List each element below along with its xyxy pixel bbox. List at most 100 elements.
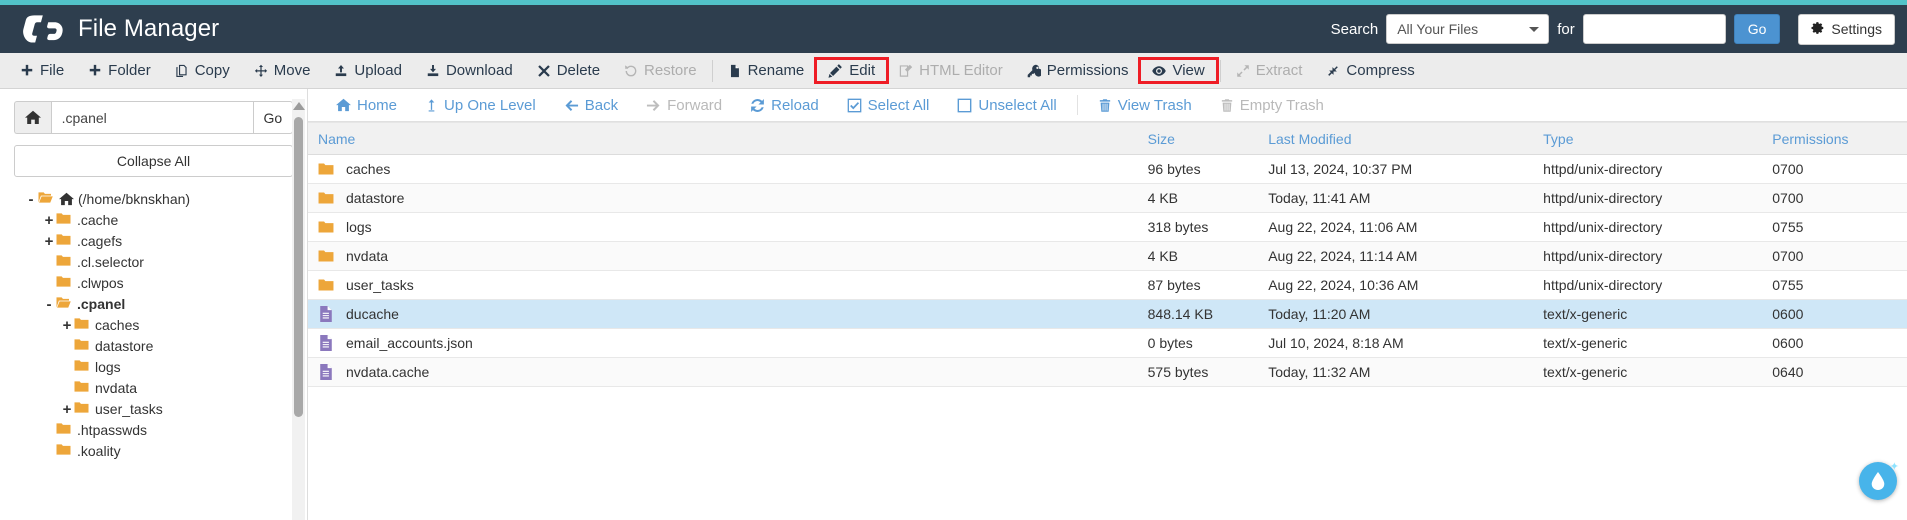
nav-unselect-all-button[interactable]: Unselect All <box>943 96 1070 115</box>
cell-name[interactable]: nvdata <box>308 241 1138 271</box>
toolbar-html-editor-button: HTML Editor <box>887 59 1015 82</box>
trash-icon <box>1098 98 1112 113</box>
folder-icon <box>318 248 334 264</box>
file-icon <box>728 64 742 78</box>
tree-item-user_tasks[interactable]: + user_tasks <box>14 399 293 419</box>
toolbar-folder-button[interactable]: Folder <box>76 59 163 82</box>
toolbar-delete-button[interactable]: Delete <box>525 59 612 82</box>
column-header-size[interactable]: Size <box>1137 122 1259 155</box>
toolbar-extract-button: Extract <box>1224 59 1315 82</box>
toolbar-compress-button[interactable]: Compress <box>1314 59 1426 82</box>
expand-icon[interactable]: + <box>42 234 56 249</box>
column-header-modified[interactable]: Last Modified <box>1258 122 1534 155</box>
tree-item-homebknskhan[interactable]: - (/home/bknskhan) <box>14 189 293 209</box>
settings-button[interactable]: Settings <box>1798 13 1895 45</box>
nav-up-one-level-button[interactable]: Up One Level <box>411 96 550 115</box>
column-header-type[interactable]: Type <box>1533 122 1763 155</box>
expand-icon[interactable]: + <box>60 402 74 417</box>
x-icon <box>537 64 551 78</box>
folder-icon <box>56 233 71 249</box>
chevron-down-icon <box>1529 27 1540 32</box>
cell-modified: Today, 11:41 AM <box>1258 183 1534 213</box>
table-row[interactable]: nvdata.cache 575 bytes Today, 11:32 AM text… <box>308 357 1907 387</box>
nav-item-label: Forward <box>667 96 723 114</box>
toolbar-move-button[interactable]: Move <box>242 59 323 82</box>
file-manager-app: File Manager Search All Your Files for G… <box>0 0 1907 520</box>
cell-modified: Aug 22, 2024, 11:14 AM <box>1258 241 1534 271</box>
cell-name[interactable]: logs <box>308 212 1138 242</box>
nav-home-button[interactable]: Home <box>322 96 411 115</box>
toolbar-file-button[interactable]: File <box>8 59 76 82</box>
cell-name[interactable]: ducache <box>308 299 1138 329</box>
expand-icon[interactable]: + <box>60 318 74 333</box>
toolbar-item-label: View <box>1172 62 1205 79</box>
toolbar-permissions-button[interactable]: Permissions <box>1015 59 1141 82</box>
toolbar-edit-button[interactable]: Edit <box>814 57 890 84</box>
file-list-body: caches 96 bytes Jul 13, 2024, 10:37 PM http… <box>308 154 1907 387</box>
table-row[interactable]: caches 96 bytes Jul 13, 2024, 10:37 PM http… <box>308 154 1907 184</box>
search-go-button[interactable]: Go <box>1733 14 1781 44</box>
search-input[interactable] <box>1582 14 1726 44</box>
tree-item-clwpos[interactable]: .clwpos <box>14 273 293 293</box>
path-input[interactable] <box>50 101 253 134</box>
nav-reload-button[interactable]: Reload <box>736 96 833 115</box>
nav-item-label: Unselect All <box>978 96 1057 114</box>
cell-name[interactable]: email_accounts.json <box>308 328 1138 358</box>
toolbar-separator <box>711 59 713 82</box>
toolbar-upload-button[interactable]: Upload <box>322 59 414 82</box>
column-header-permissions[interactable]: Permissions <box>1762 122 1907 155</box>
table-row[interactable]: user_tasks 87 bytes Aug 22, 2024, 10:36 AM… <box>308 270 1907 300</box>
cell-type: text/x-generic <box>1533 299 1763 329</box>
nav-item-label: Reload <box>771 96 819 114</box>
tree-item-koality[interactable]: .koality <box>14 441 293 461</box>
scrollbar-thumb[interactable] <box>294 117 303 417</box>
home-icon <box>336 98 351 112</box>
toolbar-view-button[interactable]: View <box>1138 57 1219 84</box>
scroll-up-arrow-icon[interactable] <box>292 102 305 110</box>
sidebar-scrollbar[interactable] <box>292 99 305 520</box>
search-scope-select[interactable]: All Your Files <box>1386 14 1550 44</box>
toolbar-download-button[interactable]: Download <box>414 59 525 82</box>
tree-item-logs[interactable]: logs <box>14 357 293 377</box>
compress-icon <box>1326 64 1340 78</box>
expand-icon[interactable]: + <box>42 213 56 228</box>
search-scope-value: All Your Files <box>1397 21 1479 37</box>
table-row[interactable]: nvdata 4 KB Aug 22, 2024, 11:14 AM httpd/un… <box>308 241 1907 271</box>
cell-name[interactable]: nvdata.cache <box>308 357 1138 387</box>
cell-permissions: 0700 <box>1762 183 1907 213</box>
water-drop-icon[interactable]: ✦ <box>1859 461 1899 500</box>
nav-view-trash-button[interactable]: View Trash <box>1084 96 1206 115</box>
table-row[interactable]: email_accounts.json 0 bytes Jul 10, 2024, … <box>308 328 1907 358</box>
nav-back-button[interactable]: Back <box>550 96 632 115</box>
cell-name[interactable]: user_tasks <box>308 270 1138 300</box>
plus-icon <box>88 64 102 78</box>
tree-item-cagefs[interactable]: + .cagefs <box>14 231 293 251</box>
collapse-all-button[interactable]: Collapse All <box>14 145 293 177</box>
folder-icon <box>56 254 71 270</box>
column-header-name[interactable]: Name <box>308 122 1138 155</box>
tree-item-datastore[interactable]: datastore <box>14 336 293 356</box>
tree-item-cpanel[interactable]: - .cpanel <box>14 294 293 314</box>
tree-item-clselector[interactable]: .cl.selector <box>14 252 293 272</box>
cell-modified: Jul 10, 2024, 8:18 AM <box>1258 328 1534 358</box>
tree-item-caches[interactable]: + caches <box>14 315 293 335</box>
table-row[interactable]: ducache 848.14 KB Today, 11:20 AM text/x-ge… <box>308 299 1907 329</box>
toolbar-copy-button[interactable]: Copy <box>163 59 242 82</box>
tree-item-nvdata[interactable]: nvdata <box>14 378 293 398</box>
tree-item-htpasswds[interactable]: .htpasswds <box>14 420 293 440</box>
home-icon[interactable] <box>14 101 51 134</box>
nav-select-all-button[interactable]: Select All <box>833 96 944 115</box>
collapse-icon[interactable]: - <box>42 297 56 312</box>
toolbar-item-label: Compress <box>1346 62 1415 79</box>
body: Go Collapse All - (/home/bknskhan) + .cache… <box>0 89 1907 520</box>
collapse-icon[interactable]: - <box>24 192 38 207</box>
cell-name[interactable]: datastore <box>308 183 1138 213</box>
path-go-button[interactable]: Go <box>252 101 293 134</box>
cell-name[interactable]: caches <box>308 154 1138 184</box>
cell-permissions: 0700 <box>1762 154 1907 184</box>
table-row[interactable]: logs 318 bytes Aug 22, 2024, 11:06 AM httpd… <box>308 212 1907 242</box>
tree-item-cache[interactable]: + .cache <box>14 210 293 230</box>
file-text-icon <box>318 335 334 351</box>
toolbar-rename-button[interactable]: Rename <box>716 59 817 82</box>
table-row[interactable]: datastore 4 KB Today, 11:41 AM httpd/unix-d… <box>308 183 1907 213</box>
